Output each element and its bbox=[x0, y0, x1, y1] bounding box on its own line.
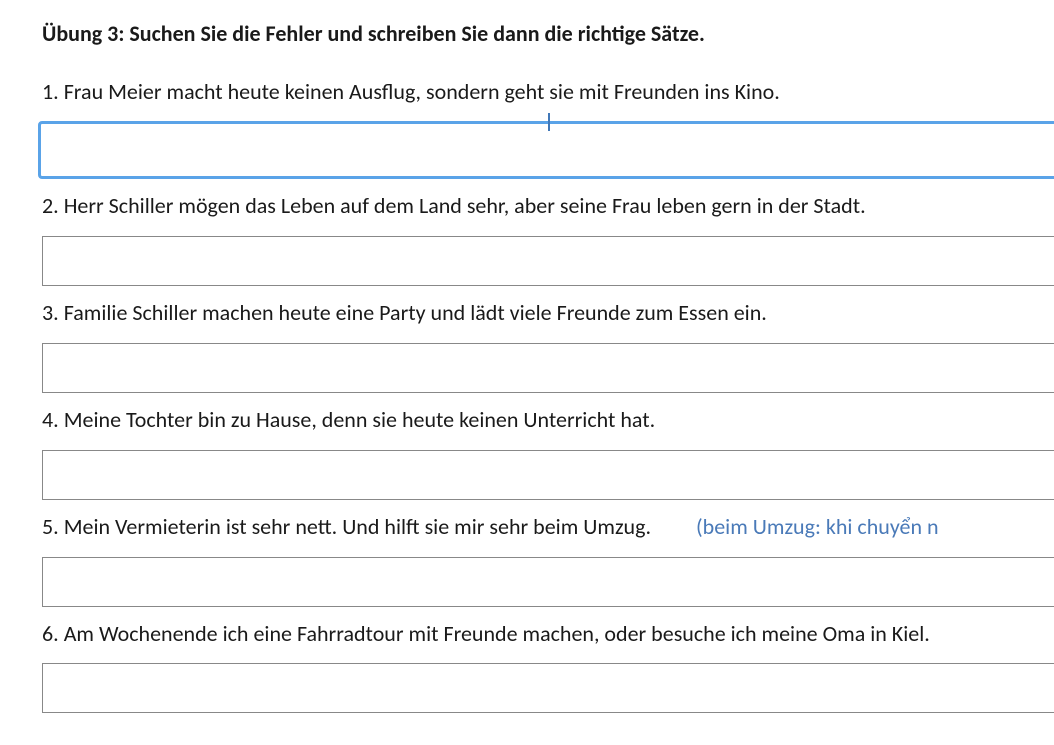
question-text: 2. Herr Schiller mögen das Leben auf dem… bbox=[42, 191, 1054, 222]
question-sentence: Familie Schiller machen heute eine Party… bbox=[64, 299, 767, 326]
question-number: 6. bbox=[42, 620, 59, 647]
question-block-5: 5. Mein Vermieterin ist sehr nett. Und h… bbox=[42, 512, 1054, 607]
question-text: 3. Familie Schiller machen heute eine Pa… bbox=[42, 298, 1054, 329]
question-sentence: Am Wochenende ich eine Fahrradtour mit F… bbox=[64, 620, 930, 647]
question-sentence: Herr Schiller mögen das Leben auf dem La… bbox=[64, 192, 866, 219]
question-block-3: 3. Familie Schiller machen heute eine Pa… bbox=[42, 298, 1054, 393]
question-number: 2. bbox=[42, 192, 59, 219]
answer-input-4[interactable] bbox=[42, 450, 1054, 500]
question-sentence: Frau Meier macht heute keinen Ausflug, s… bbox=[64, 78, 780, 105]
question-sentence: Meine Tochter bin zu Hause, denn sie heu… bbox=[64, 406, 655, 433]
question-text: 4. Meine Tochter bin zu Hause, denn sie … bbox=[42, 405, 1054, 436]
question-sentence: Mein Vermieterin ist sehr nett. Und hilf… bbox=[64, 513, 651, 540]
question-text: 5. Mein Vermieterin ist sehr nett. Und h… bbox=[42, 512, 1054, 543]
question-number: 5. bbox=[42, 513, 59, 540]
answer-input-2[interactable] bbox=[42, 236, 1054, 286]
answer-input-6[interactable] bbox=[42, 663, 1054, 713]
answer-input-5[interactable] bbox=[42, 557, 1054, 607]
question-number: 4. bbox=[42, 406, 59, 433]
question-block-6: 6. Am Wochenende ich eine Fahrradtour mi… bbox=[42, 619, 1054, 714]
question-text: 1. Frau Meier macht heute keinen Ausflug… bbox=[42, 77, 1054, 108]
question-number: 1. bbox=[42, 78, 59, 105]
question-block-2: 2. Herr Schiller mögen das Leben auf dem… bbox=[42, 191, 1054, 286]
question-hint: (beim Umzug: khi chuyển n bbox=[696, 513, 939, 540]
exercise-title: Übung 3: Suchen Sie die Fehler und schre… bbox=[42, 20, 1054, 49]
question-block-1: 1. Frau Meier macht heute keinen Ausflug… bbox=[42, 77, 1054, 180]
question-number: 3. bbox=[42, 299, 59, 326]
question-block-4: 4. Meine Tochter bin zu Hause, denn sie … bbox=[42, 405, 1054, 500]
answer-input-1[interactable] bbox=[38, 121, 1054, 179]
answer-input-3[interactable] bbox=[42, 343, 1054, 393]
question-text: 6. Am Wochenende ich eine Fahrradtour mi… bbox=[42, 619, 1054, 650]
cursor-indicator-icon bbox=[548, 113, 550, 131]
